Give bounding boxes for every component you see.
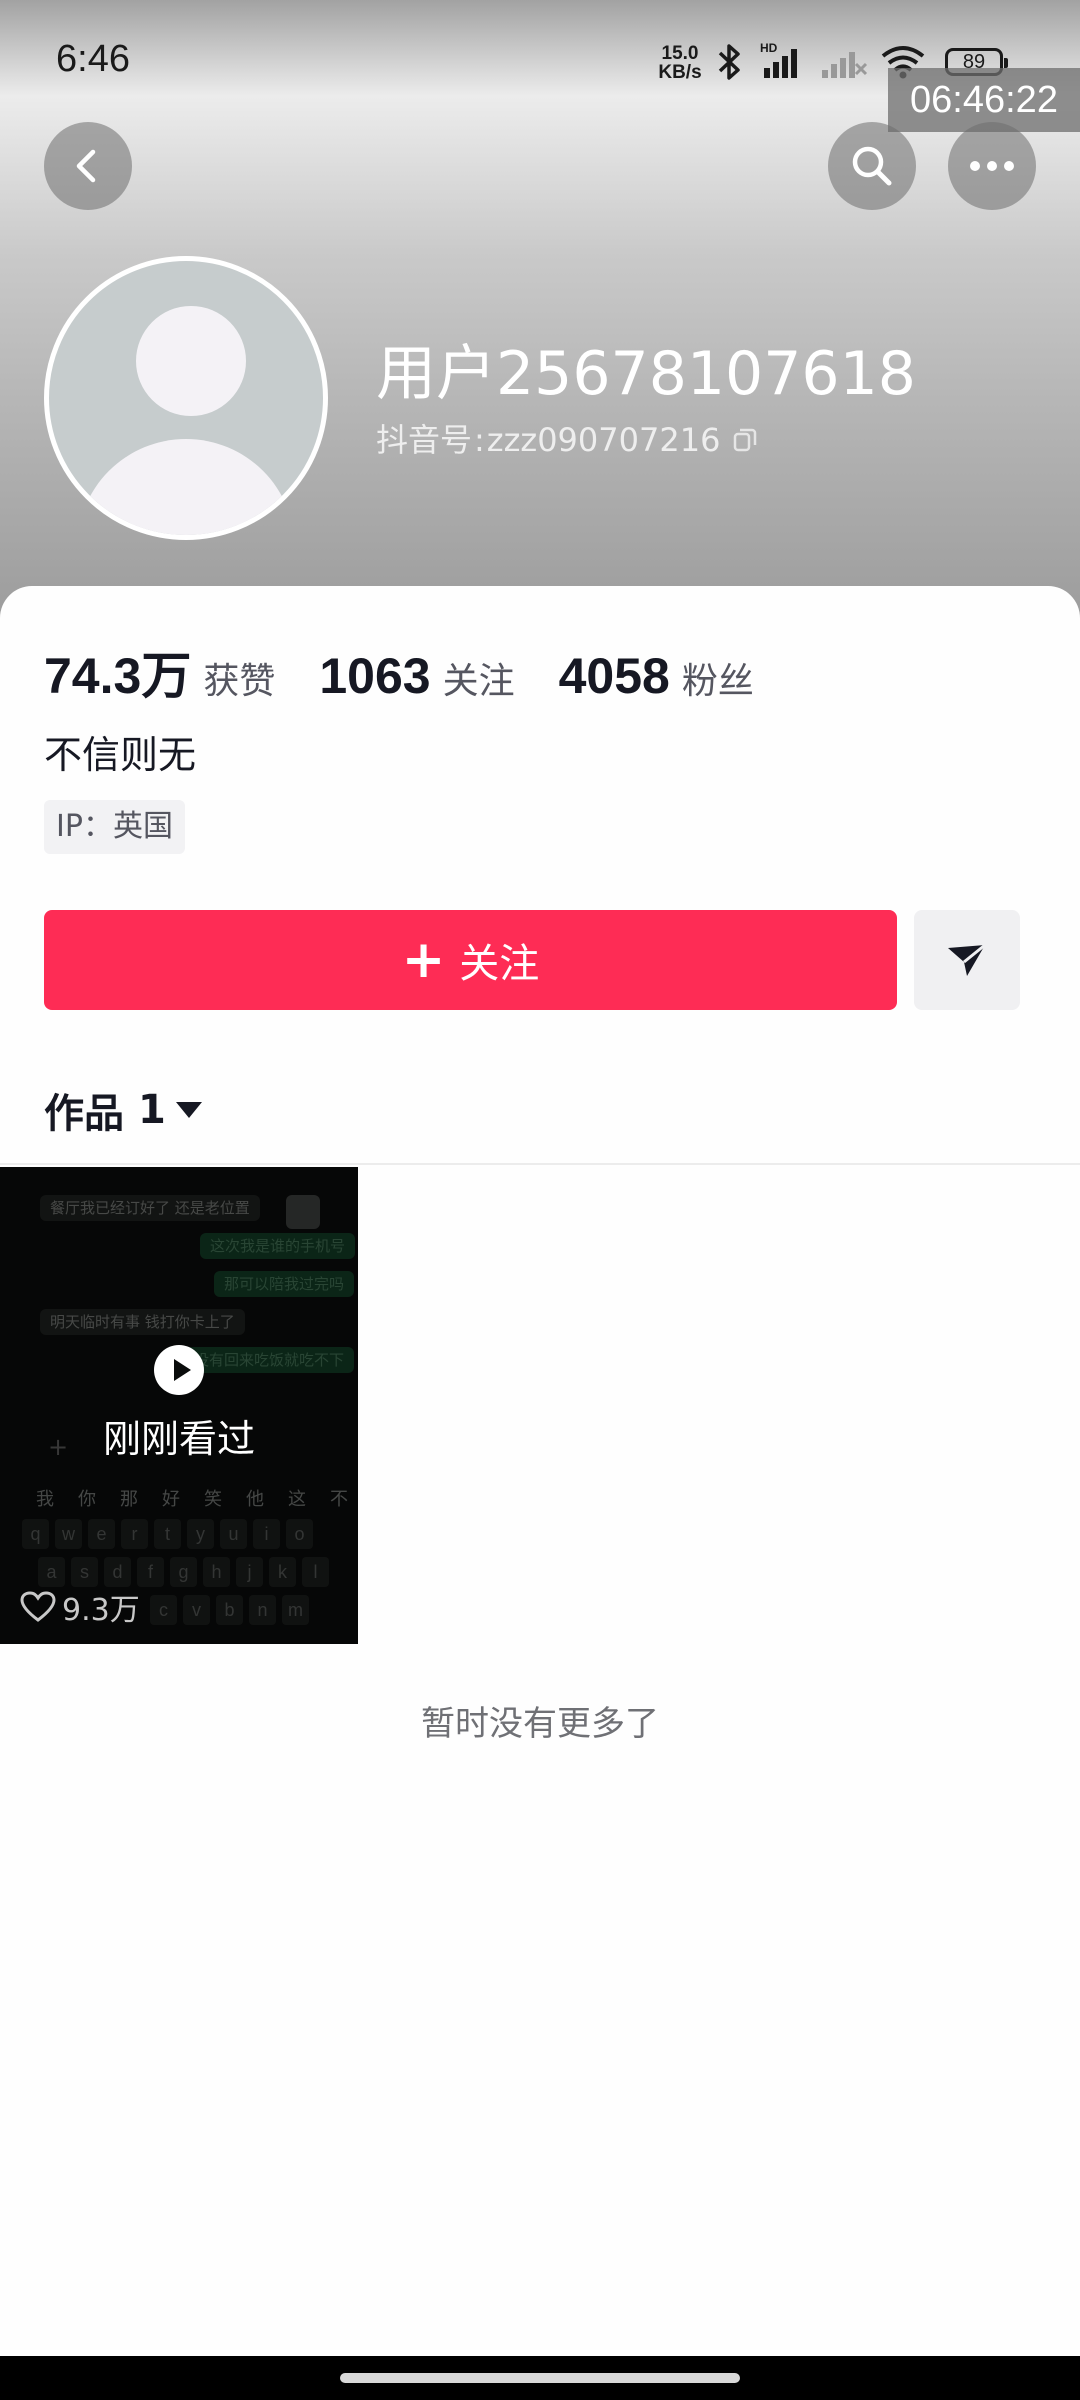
avatar-head-shape <box>136 306 246 416</box>
works-tab-label: 作品 <box>44 1091 124 1137</box>
heart-outline-icon <box>20 1591 56 1622</box>
ip-location-tag: IP：英国 <box>44 800 185 854</box>
svg-text:HD: HD <box>760 41 778 55</box>
douyin-id-label: 抖音号 <box>376 421 473 459</box>
profile-stats: 74.3万 获赞 1063 关注 4058 粉丝 <box>44 636 798 704</box>
video-likes-count: 9.3万 <box>62 1593 140 1628</box>
following-count: 1063 <box>319 648 431 704</box>
search-icon <box>852 146 892 186</box>
home-indicator[interactable] <box>340 2373 740 2383</box>
followers-count: 4058 <box>558 648 670 704</box>
thumbnail-dim-overlay <box>0 1167 358 1644</box>
more-button[interactable] <box>948 122 1036 210</box>
username: 用户25678107618 <box>376 339 916 409</box>
network-speed: 15.0 KB/s <box>652 44 708 82</box>
profile-screen: 6:46 15.0 KB/s HD 89 06:46:22 用户25678107… <box>0 0 1080 2400</box>
more-dots-icon <box>970 161 1014 171</box>
likes-label: 获赞 <box>203 661 276 702</box>
bluetooth-icon <box>718 44 740 80</box>
likes-count: 74.3万 <box>44 648 192 704</box>
video-thumbnail[interactable]: 餐厅我已经订好了 还是老位置 这次我是谁的手机号 那可以陪我过完吗 明天临时有事… <box>0 1167 358 1644</box>
search-button[interactable] <box>828 122 916 210</box>
avatar-body-shape <box>77 439 295 535</box>
works-tab[interactable]: 作品 1 <box>44 1080 202 1140</box>
send-message-button[interactable] <box>914 910 1020 1010</box>
douyin-id-value: zzz090707216 <box>486 421 721 459</box>
tab-divider <box>0 1163 1080 1165</box>
send-icon <box>948 943 986 976</box>
following-stat[interactable]: 1063 关注 <box>319 647 514 705</box>
play-icon <box>154 1345 204 1395</box>
following-label: 关注 <box>442 661 515 702</box>
copy-icon[interactable] <box>732 426 758 454</box>
caret-down-icon <box>175 1102 202 1118</box>
followers-label: 粉丝 <box>681 661 754 702</box>
back-button[interactable] <box>44 122 132 210</box>
follow-button[interactable]: + 关注 <box>44 910 897 1010</box>
avatar[interactable] <box>44 256 328 540</box>
network-speed-unit: KB/s <box>658 62 702 83</box>
status-time: 6:46 <box>56 38 130 80</box>
recently-watched-label: 刚刚看过 <box>102 1417 255 1461</box>
follow-button-label: 关注 <box>459 941 540 987</box>
signal-hd-icon: HD <box>760 41 797 78</box>
followers-stat[interactable]: 4058 粉丝 <box>559 647 754 705</box>
profile-bio: 不信则无 <box>44 733 197 777</box>
plus-icon: + <box>401 930 446 990</box>
likes-stat[interactable]: 74.3万 获赞 <box>44 636 275 708</box>
douyin-id-row[interactable]: 抖音号 : zzz090707216 <box>376 420 758 460</box>
video-likes: 9.3万 <box>20 1585 140 1629</box>
back-arrow-icon <box>76 149 96 183</box>
works-count: 1 <box>138 1087 166 1133</box>
douyin-id-separator: : <box>474 421 485 459</box>
signal-no-service-icon <box>822 52 868 78</box>
network-speed-value: 15.0 <box>661 43 699 64</box>
no-more-content-label: 暂时没有更多了 <box>421 1704 659 1744</box>
